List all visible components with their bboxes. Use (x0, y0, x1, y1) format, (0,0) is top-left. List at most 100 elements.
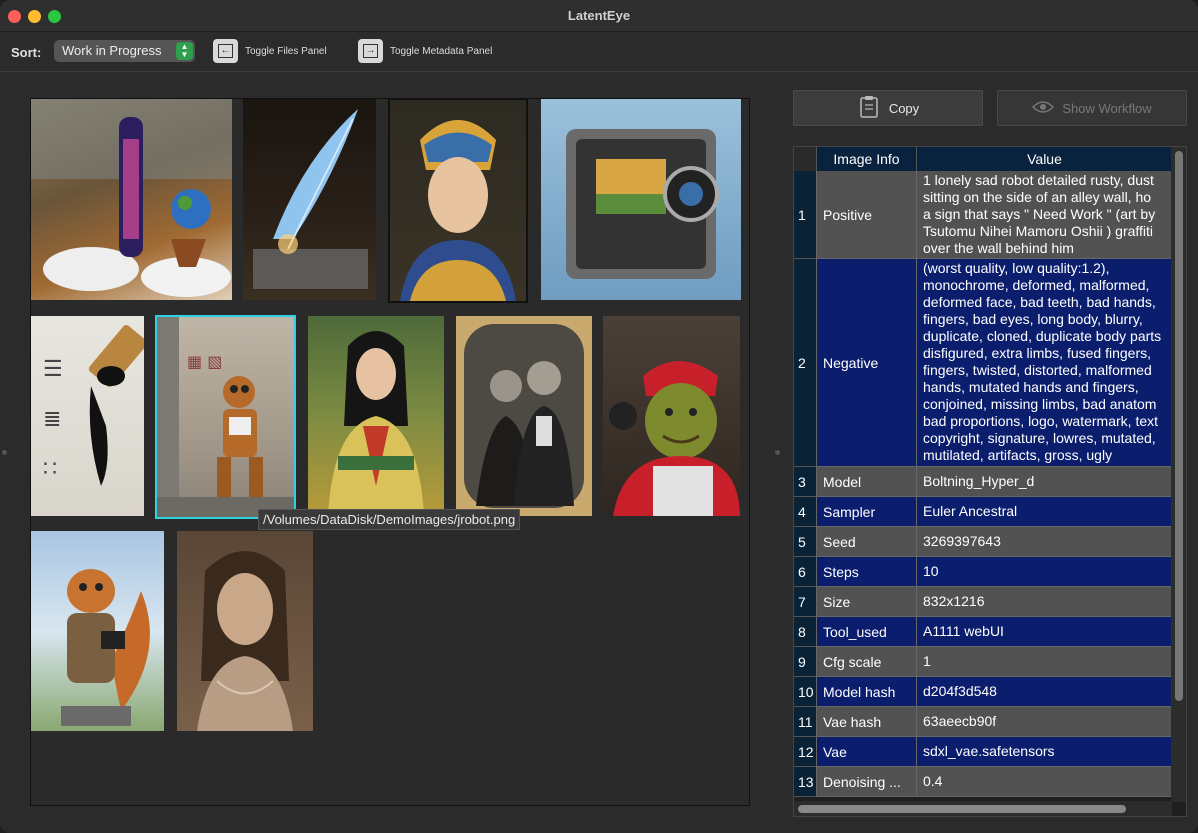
metadata-table: Image Info Value 1 Positive 1 lonely sad… (793, 146, 1187, 817)
thumbnail-pearl-earring-girl[interactable] (388, 98, 528, 303)
value-line: fingers, bad eyes, long body, blurry, (923, 311, 1143, 327)
row-key: Negative (816, 259, 916, 467)
row-key: Vae hash (816, 707, 916, 737)
horizontal-scrollbar-thumb[interactable] (798, 805, 1126, 813)
vertical-scrollbar-track[interactable] (1171, 147, 1186, 802)
arrow-right-box-icon: → (358, 39, 383, 63)
row-value: 0.4 (916, 767, 1172, 797)
table-header: Image Info Value (794, 147, 1172, 171)
row-value: 1 (916, 647, 1172, 677)
row-key: Sampler (816, 497, 916, 527)
table-row[interactable]: 6 Steps 10 (794, 557, 1172, 587)
sort-select-value: Work in Progress (62, 43, 162, 58)
thumbnail-feather-quill[interactable] (243, 99, 376, 300)
value-line: disfigured, extra limbs, fused fingers, (923, 345, 1151, 361)
value-line: sitting on the side of an alley wall, ho (923, 189, 1152, 205)
arrow-left-box-icon: ← (213, 39, 238, 63)
copy-button[interactable]: Copy (793, 90, 983, 126)
thumbnail-robot-need-work[interactable]: ▦ ▧ (155, 315, 296, 519)
row-value: 832x1216 (916, 587, 1172, 617)
row-number: 12 (794, 737, 816, 767)
table-row[interactable]: 10 Model hash d204f3d548 (794, 677, 1172, 707)
row-value: 1 lonely sad robot detailed rusty, dust … (916, 171, 1172, 259)
thumbnail-ink-calligraphy[interactable]: ☰ ≣ ∷ (31, 316, 144, 516)
row-number: 10 (794, 677, 816, 707)
row-number: 5 (794, 527, 816, 557)
table-row[interactable]: 13 Denoising ... 0.4 (794, 767, 1172, 797)
value-line: a sign that says " Need Work " (art by (923, 206, 1156, 222)
toolbar: Sort: Work in Progress ▲ ▼ ← Toggle Files… (0, 32, 1198, 72)
svg-text:☰: ☰ (43, 357, 63, 382)
column-header-image-info[interactable]: Image Info (816, 147, 916, 171)
table-row[interactable]: 8 Tool_used A1111 webUI (794, 617, 1172, 647)
table-row[interactable]: 3 Model Boltning_Hyper_d (794, 467, 1172, 497)
row-number: 9 (794, 647, 816, 677)
row-key: Steps (816, 557, 916, 587)
table-row[interactable]: 2 Negative (worst quality, low quality:1… (794, 259, 1172, 467)
table-row[interactable]: 4 Sampler Euler Ancestral (794, 497, 1172, 527)
file-path-tooltip: /Volumes/DataDisk/DemoImages/jrobot.png (258, 509, 521, 530)
value-line: conjoined, missing limbs, bad anatom (923, 396, 1157, 412)
value-line: bad proportions, logo, watermark, text (923, 413, 1159, 429)
row-key: Model hash (816, 677, 916, 707)
row-value: 3269397643 (916, 527, 1172, 557)
row-value: (worst quality, low quality:1.2), monoch… (916, 259, 1172, 467)
table-row[interactable]: 11 Vae hash 63aeecb90f (794, 707, 1172, 737)
horizontal-scrollbar-track[interactable] (794, 801, 1172, 816)
value-line: hands, mutated hands and fingers, (923, 379, 1139, 395)
row-number: 1 (794, 171, 816, 259)
row-number: 7 (794, 587, 816, 617)
table-row[interactable]: 1 Positive 1 lonely sad robot detailed r… (794, 171, 1172, 259)
thumbnail-wine-bottle[interactable] (31, 99, 232, 300)
table-row[interactable]: 7 Size 832x1216 (794, 587, 1172, 617)
row-key: Model (816, 467, 916, 497)
table-row[interactable]: 5 Seed 3269397643 (794, 527, 1172, 557)
thumbnail-kimono-woman[interactable] (308, 316, 444, 516)
toggle-metadata-panel-label: Toggle Metadata Panel (390, 45, 493, 57)
splitter-handle-left[interactable] (2, 450, 7, 455)
toggle-files-panel-label: Toggle Files Panel (245, 45, 327, 57)
toggle-metadata-panel-button[interactable]: → Toggle Metadata Panel (358, 39, 492, 63)
row-value: A1111 webUI (916, 617, 1172, 647)
show-workflow-button[interactable]: Show Workflow (997, 90, 1187, 126)
row-key: Denoising ... (816, 767, 916, 797)
thumbnail-squirrel-explorer[interactable] (31, 531, 164, 731)
svg-text:∷: ∷ (43, 457, 57, 482)
row-number: 8 (794, 617, 816, 647)
show-workflow-label: Show Workflow (1062, 100, 1152, 116)
value-line: duplicate, cloned, duplicate body parts (923, 328, 1162, 344)
thumbnail-vintage-camera[interactable] (541, 99, 741, 300)
row-key: Tool_used (816, 617, 916, 647)
sort-select[interactable]: Work in Progress ▲ ▼ (54, 40, 195, 62)
title-bar: LatentEye (0, 0, 1198, 32)
value-line: Tsutomu Nihei Mamoru Oshii ) graffiti (923, 223, 1154, 239)
app-window: LatentEye Sort: Work in Progress ▲ ▼ ← To… (0, 0, 1198, 833)
clipboard-icon (857, 95, 881, 122)
row-number: 6 (794, 557, 816, 587)
row-number: 11 (794, 707, 816, 737)
table-row[interactable]: 9 Cfg scale 1 (794, 647, 1172, 677)
thumbnail-girl-portrait[interactable] (177, 531, 313, 731)
svg-text:▦ ▧: ▦ ▧ (187, 352, 222, 371)
row-value: 63aeecb90f (916, 707, 1172, 737)
toggle-files-panel-button[interactable]: ← Toggle Files Panel (213, 39, 327, 63)
value-line: monochrome, deformed, malformed, (923, 277, 1150, 293)
row-number: 4 (794, 497, 816, 527)
row-key: Cfg scale (816, 647, 916, 677)
value-line: 1 lonely sad robot detailed rusty, dust (923, 172, 1154, 188)
row-value: sdxl_vae.safetensors (916, 737, 1172, 767)
thumbnail-vintage-couple[interactable] (456, 316, 592, 516)
window-title: LatentEye (567, 8, 631, 23)
table-row[interactable]: 12 Vae sdxl_vae.safetensors (794, 737, 1172, 767)
value-line: fingers, twisted, distorted, malformed (923, 362, 1152, 378)
row-value: d204f3d548 (916, 677, 1172, 707)
row-key: Positive (816, 171, 916, 259)
thumbnail-shrek[interactable] (603, 316, 740, 516)
value-line: copyright, signature, lowres, mutated, (923, 430, 1156, 446)
row-key: Vae (816, 737, 916, 767)
value-line: over the wall behind him (923, 240, 1074, 256)
vertical-scrollbar-thumb[interactable] (1175, 151, 1183, 701)
sort-label: Sort: (11, 45, 42, 60)
column-header-value[interactable]: Value (916, 147, 1172, 171)
splitter-handle-middle[interactable] (775, 450, 780, 455)
